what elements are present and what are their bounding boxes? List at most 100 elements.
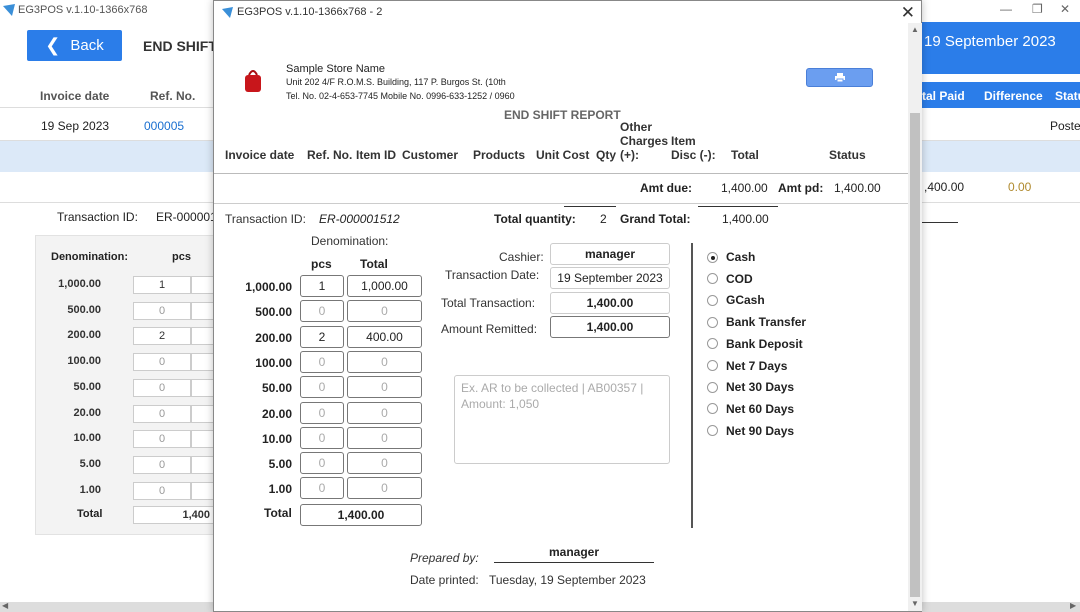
bg-total-input[interactable]: [191, 455, 215, 474]
payment-option-label: Bank Deposit: [726, 336, 803, 351]
radio-icon[interactable]: [707, 360, 718, 371]
payment-option-label: COD: [726, 271, 753, 286]
dialog-close-icon[interactable]: ✕: [901, 3, 915, 23]
col-total: Total: [731, 148, 759, 162]
denom-total-cell: 0: [347, 376, 422, 399]
bg-total-paid: ,400.00: [924, 180, 965, 194]
back-button[interactable]: ❮ Back: [27, 30, 122, 61]
denom-total-cell: 0: [347, 300, 422, 323]
dialog-scrollbar[interactable]: ▲ ▼: [908, 23, 922, 611]
denom-pcs-input[interactable]: 0: [300, 401, 344, 424]
bg-denom-label: 500.00: [67, 303, 101, 316]
bg-pcs-input[interactable]: 0: [133, 404, 191, 423]
payment-option[interactable]: Net 7 Days: [707, 359, 787, 373]
bg-total-input[interactable]: [191, 404, 215, 423]
denom-total-cell: 0: [347, 426, 422, 449]
bg-col-status: Statu: [1055, 89, 1080, 103]
denom-pcs-input[interactable]: 1: [300, 275, 344, 297]
bg-total-input[interactable]: [191, 378, 215, 397]
bg-pcs-input[interactable]: 0: [133, 301, 191, 320]
payment-option[interactable]: Bank Deposit: [707, 337, 803, 351]
bg-denom-label: 100.00: [67, 355, 101, 368]
scroll-left-icon[interactable]: ◀: [2, 601, 8, 610]
denom-pcs-input[interactable]: 0: [300, 376, 344, 399]
bg-denom-label: 50.00: [73, 380, 101, 393]
radio-selected-icon[interactable]: [707, 251, 718, 263]
bg-pcs-input[interactable]: 0: [133, 430, 191, 449]
denom-pcs-input[interactable]: 2: [300, 325, 344, 348]
scroll-right-icon[interactable]: ▶: [1070, 601, 1076, 610]
bg-pcs-input[interactable]: 0: [133, 378, 191, 397]
transaction-id-value: ER-000001512: [319, 212, 400, 226]
denom-total-cell: 0: [347, 452, 422, 475]
total-transaction-field[interactable]: 1,400.00: [550, 292, 670, 314]
payment-option[interactable]: Net 60 Days: [707, 402, 794, 416]
cashier-field[interactable]: manager: [550, 243, 670, 265]
bg-total-input[interactable]: [191, 430, 215, 449]
col-qty: Qty: [596, 148, 617, 162]
amount-remitted-field[interactable]: 1,400.00: [550, 316, 670, 338]
bg-close-icon[interactable]: ✕: [1060, 2, 1070, 16]
denom-total-cell: 0: [347, 350, 422, 373]
denom-pcs-input[interactable]: 0: [300, 452, 344, 475]
payment-option-label: Cash: [726, 250, 756, 264]
denom-pcs-input[interactable]: 0: [300, 477, 344, 500]
notes-textarea[interactable]: Ex. AR to be collected | AB00357 | Amoun…: [454, 375, 670, 464]
date-printed-value: Tuesday, 19 September 2023: [489, 573, 646, 587]
payment-option[interactable]: Net 30 Days: [707, 380, 794, 394]
radio-icon[interactable]: [707, 273, 718, 285]
scroll-up-icon[interactable]: ▲: [911, 25, 919, 34]
payment-option[interactable]: GCash: [707, 293, 765, 307]
bg-pcs-input[interactable]: 2: [133, 327, 191, 346]
transaction-date-label: Transaction Date:: [445, 268, 540, 282]
print-button[interactable]: [806, 68, 873, 87]
bg-col-difference: Difference: [984, 89, 1043, 103]
denom-pcs-input[interactable]: 0: [300, 350, 344, 373]
scrollbar-thumb[interactable]: [910, 113, 920, 597]
bg-pcs-input[interactable]: 0: [133, 481, 191, 500]
bg-row-ref-link[interactable]: 000005: [144, 119, 184, 133]
bg-pcs-input[interactable]: 0: [133, 455, 191, 474]
qty-underline: [564, 206, 616, 207]
radio-icon[interactable]: [707, 338, 718, 350]
denom-total-cell: 0: [347, 477, 422, 500]
bg-total-input[interactable]: [191, 481, 215, 500]
payment-option[interactable]: COD: [707, 272, 753, 286]
denom-pcs-input[interactable]: 0: [300, 426, 344, 449]
bg-total-input[interactable]: [191, 353, 215, 372]
bg-transaction-value: ER-000001: [156, 210, 217, 224]
bg-underline: [922, 222, 958, 223]
col-ref-no: Ref. No.: [307, 148, 353, 162]
restore-icon[interactable]: ❐: [1032, 2, 1043, 16]
transaction-date-field[interactable]: 19 September 2023: [550, 267, 670, 289]
background-date: 19 September 2023: [924, 33, 1056, 50]
transaction-id-label: Transaction ID:: [225, 212, 306, 226]
vertical-divider: [691, 243, 693, 528]
bg-total-input[interactable]: [191, 327, 215, 346]
radio-icon[interactable]: [707, 403, 718, 415]
payment-option[interactable]: Net 90 Days: [707, 424, 794, 438]
radio-icon[interactable]: [707, 425, 718, 437]
radio-icon[interactable]: [707, 294, 718, 306]
payment-option-label: Net 60 Days: [726, 401, 795, 416]
dialog-title: EG3POS v.1.10-1366x768 - 2: [237, 6, 383, 18]
bg-total-label: Total: [77, 508, 103, 520]
grand-total-underline: [698, 206, 778, 207]
scroll-down-icon[interactable]: ▼: [911, 599, 919, 608]
minimize-icon[interactable]: —: [1000, 2, 1012, 16]
bg-total-input[interactable]: [191, 301, 215, 320]
report-title: END SHIFT REPORT: [504, 108, 621, 122]
radio-icon[interactable]: [707, 316, 718, 328]
radio-icon[interactable]: [707, 381, 718, 393]
denom-total-cell: 0: [347, 401, 422, 424]
bg-total-input[interactable]: [191, 276, 215, 294]
bg-denom-label: 10.00: [73, 432, 101, 445]
grand-total-value: 1,400.00: [722, 212, 769, 226]
bg-pcs-input[interactable]: 1: [133, 276, 191, 294]
denom-total-value: 1,400.00: [300, 504, 422, 526]
payment-option[interactable]: Bank Transfer: [707, 315, 806, 329]
payment-option[interactable]: Cash: [707, 250, 755, 264]
bg-pcs-input[interactable]: 0: [133, 353, 191, 372]
col-products: Products: [473, 148, 526, 162]
denom-pcs-input[interactable]: 0: [300, 300, 344, 323]
